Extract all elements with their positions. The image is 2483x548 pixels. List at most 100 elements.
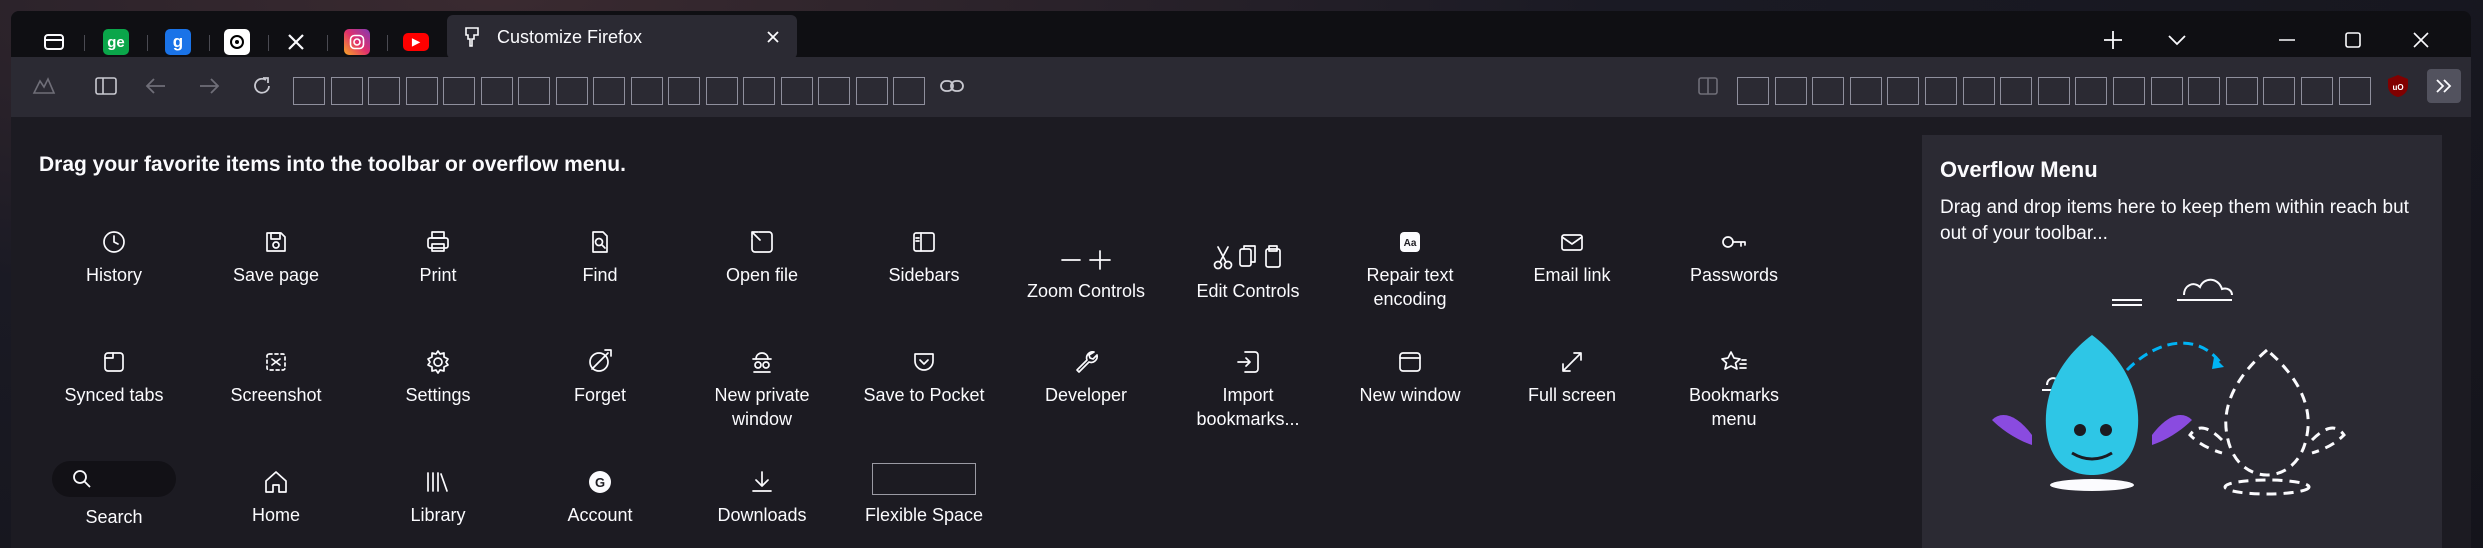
toolbar-placeholder-slot[interactable] <box>518 77 550 105</box>
toolbar-placeholder-slot[interactable] <box>555 77 588 105</box>
customize-item-save-page[interactable]: Save page <box>201 221 351 287</box>
toolbar-placeholder-slot[interactable] <box>1849 77 1882 105</box>
pinned-tab-g[interactable]: g <box>159 23 197 61</box>
toolbar-placeholder-slot[interactable] <box>2338 77 2371 105</box>
svg-text:uO: uO <box>2392 83 2403 92</box>
toolbar-placeholder-slot[interactable] <box>855 77 888 105</box>
pinned-tab-chatgpt[interactable] <box>218 23 256 61</box>
customize-item-label: Find <box>582 265 618 285</box>
customize-item-forget[interactable]: Forget <box>525 341 675 407</box>
sidebars-icon <box>911 221 937 255</box>
customize-item-repair-text-encoding[interactable]: Aa Repair text encoding <box>1335 221 1485 311</box>
toolbar-placeholder-slot[interactable] <box>630 77 663 105</box>
toolbar-placeholder-slot[interactable] <box>593 77 625 105</box>
customize-item-search[interactable]: Search <box>39 461 189 529</box>
toolbar-placeholder-slot[interactable] <box>1925 77 1957 105</box>
link-button[interactable] <box>937 71 967 101</box>
toolbar-placeholder-slot[interactable] <box>2037 77 2070 105</box>
toolbar-placeholder-slot[interactable] <box>743 77 775 105</box>
toolbar-placeholder-slot[interactable] <box>293 77 325 105</box>
customize-item-full-screen[interactable]: Full screen <box>1497 341 1647 407</box>
synced-tabs-icon <box>101 341 127 375</box>
tab-overview[interactable] <box>35 23 73 61</box>
tab-customize-firefox[interactable]: Customize Firefox <box>447 15 797 59</box>
customize-item-zoom-controls[interactable]: Zoom Controls <box>1011 221 1161 303</box>
customize-item-label: Sidebars <box>888 265 960 285</box>
toolbar-placeholder-slot[interactable] <box>1812 77 1845 105</box>
toolbar-placeholder-slot[interactable] <box>443 77 475 105</box>
close-window-button[interactable] <box>2399 21 2443 59</box>
pinned-tab-ge[interactable]: ge <box>97 23 135 61</box>
toolbar-placeholder-slot[interactable] <box>2301 77 2333 105</box>
toolbar-placeholder-slot[interactable] <box>2000 77 2033 105</box>
toolbar-placeholder-slot[interactable] <box>405 77 438 105</box>
g-favicon-icon: g <box>165 29 191 55</box>
toolbar-placeholder-slot[interactable] <box>1962 77 1995 105</box>
customize-item-label: Settings <box>405 385 471 405</box>
firefox-view-button[interactable] <box>29 71 59 101</box>
ublock-origin-button[interactable]: uO <box>2383 71 2413 101</box>
customize-item-synced-tabs[interactable]: Synced tabs <box>39 341 189 407</box>
zoom-controls-icon <box>1060 221 1112 271</box>
minimize-icon <box>2279 39 2295 41</box>
customize-item-screenshot[interactable]: Screenshot <box>201 341 351 407</box>
customize-item-edit-controls[interactable]: Edit Controls <box>1173 221 1323 303</box>
customize-item-email-link[interactable]: Email link <box>1497 221 1647 287</box>
reader-view-button[interactable] <box>1693 71 1723 101</box>
customize-item-downloads[interactable]: Downloads <box>687 461 837 527</box>
toolbar-placeholder-slot[interactable] <box>780 77 813 105</box>
overflow-chevron-button[interactable] <box>2427 69 2461 103</box>
toolbar-placeholder-slot[interactable] <box>330 77 363 105</box>
back-button[interactable] <box>141 71 171 101</box>
maximize-button[interactable] <box>2331 21 2375 59</box>
customize-item-find[interactable]: Find <box>525 221 675 287</box>
customize-item-home[interactable]: Home <box>201 461 351 527</box>
overflow-menu-panel[interactable]: Overflow Menu Drag and drop items here t… <box>1922 135 2442 548</box>
overflow-illustration <box>1992 278 2346 496</box>
toolbar-placeholder-slot[interactable] <box>2225 77 2258 105</box>
customize-item-developer[interactable]: Developer <box>1011 341 1161 407</box>
customize-item-passwords[interactable]: Passwords <box>1659 221 1809 287</box>
customize-item-history[interactable]: History <box>39 221 189 287</box>
customize-item-bookmarks-menu[interactable]: Bookmarks menu <box>1659 341 1809 431</box>
toolbar-placeholder-slot[interactable] <box>368 77 400 105</box>
toolbar-placeholder-slot[interactable] <box>2113 77 2145 105</box>
save-page-icon <box>263 221 289 255</box>
flexible-space-icon <box>872 461 976 495</box>
toolbar-placeholder-slot[interactable] <box>2075 77 2108 105</box>
toolbar-placeholder-slot[interactable] <box>2150 77 2183 105</box>
sidebar-toggle-button[interactable] <box>91 71 121 101</box>
toolbar-placeholder-slot[interactable] <box>893 77 925 105</box>
reload-button[interactable] <box>247 71 277 101</box>
customize-item-new-window[interactable]: New window <box>1335 341 1485 407</box>
toolbar-placeholder-slot[interactable] <box>705 77 738 105</box>
toolbar-placeholder-slot[interactable] <box>2263 77 2296 105</box>
toolbar-placeholder-slot[interactable] <box>668 77 700 105</box>
toolbar-placeholder-slot[interactable] <box>818 77 850 105</box>
list-all-tabs-button[interactable] <box>2155 21 2199 59</box>
customize-item-library[interactable]: Library <box>363 461 513 527</box>
pinned-tab-x[interactable] <box>277 23 315 61</box>
customize-item-new-private-window[interactable]: New private window <box>687 341 837 431</box>
close-tab-button[interactable] <box>757 21 789 53</box>
forward-button[interactable] <box>194 71 224 101</box>
pinned-tab-instagram[interactable] <box>338 23 376 61</box>
customize-item-import-bookmarks[interactable]: Import bookmarks... <box>1173 341 1323 431</box>
toolbar-placeholder-slot[interactable] <box>1774 77 1807 105</box>
pinned-tab-youtube[interactable]: ▶ <box>397 23 435 61</box>
customize-item-sidebars[interactable]: Sidebars <box>849 221 999 287</box>
toolbar-placeholder-slot[interactable] <box>1887 77 1920 105</box>
toolbar-placeholder-slot[interactable] <box>480 77 513 105</box>
tab-separator <box>387 35 388 51</box>
customize-item-label: Developer <box>1044 385 1128 405</box>
toolbar-placeholder-slot[interactable] <box>1737 77 1769 105</box>
customize-item-print[interactable]: Print <box>363 221 513 287</box>
new-tab-button[interactable] <box>2091 21 2135 59</box>
customize-item-account[interactable]: G Account <box>525 461 675 527</box>
customize-item-settings[interactable]: Settings <box>363 341 513 407</box>
toolbar-placeholder-slot[interactable] <box>2188 77 2221 105</box>
customize-item-flexible-space[interactable]: Flexible Space <box>849 461 999 527</box>
minimize-button[interactable] <box>2265 21 2309 59</box>
customize-item-save-to-pocket[interactable]: Save to Pocket <box>849 341 999 407</box>
customize-item-open-file[interactable]: Open file <box>687 221 837 287</box>
